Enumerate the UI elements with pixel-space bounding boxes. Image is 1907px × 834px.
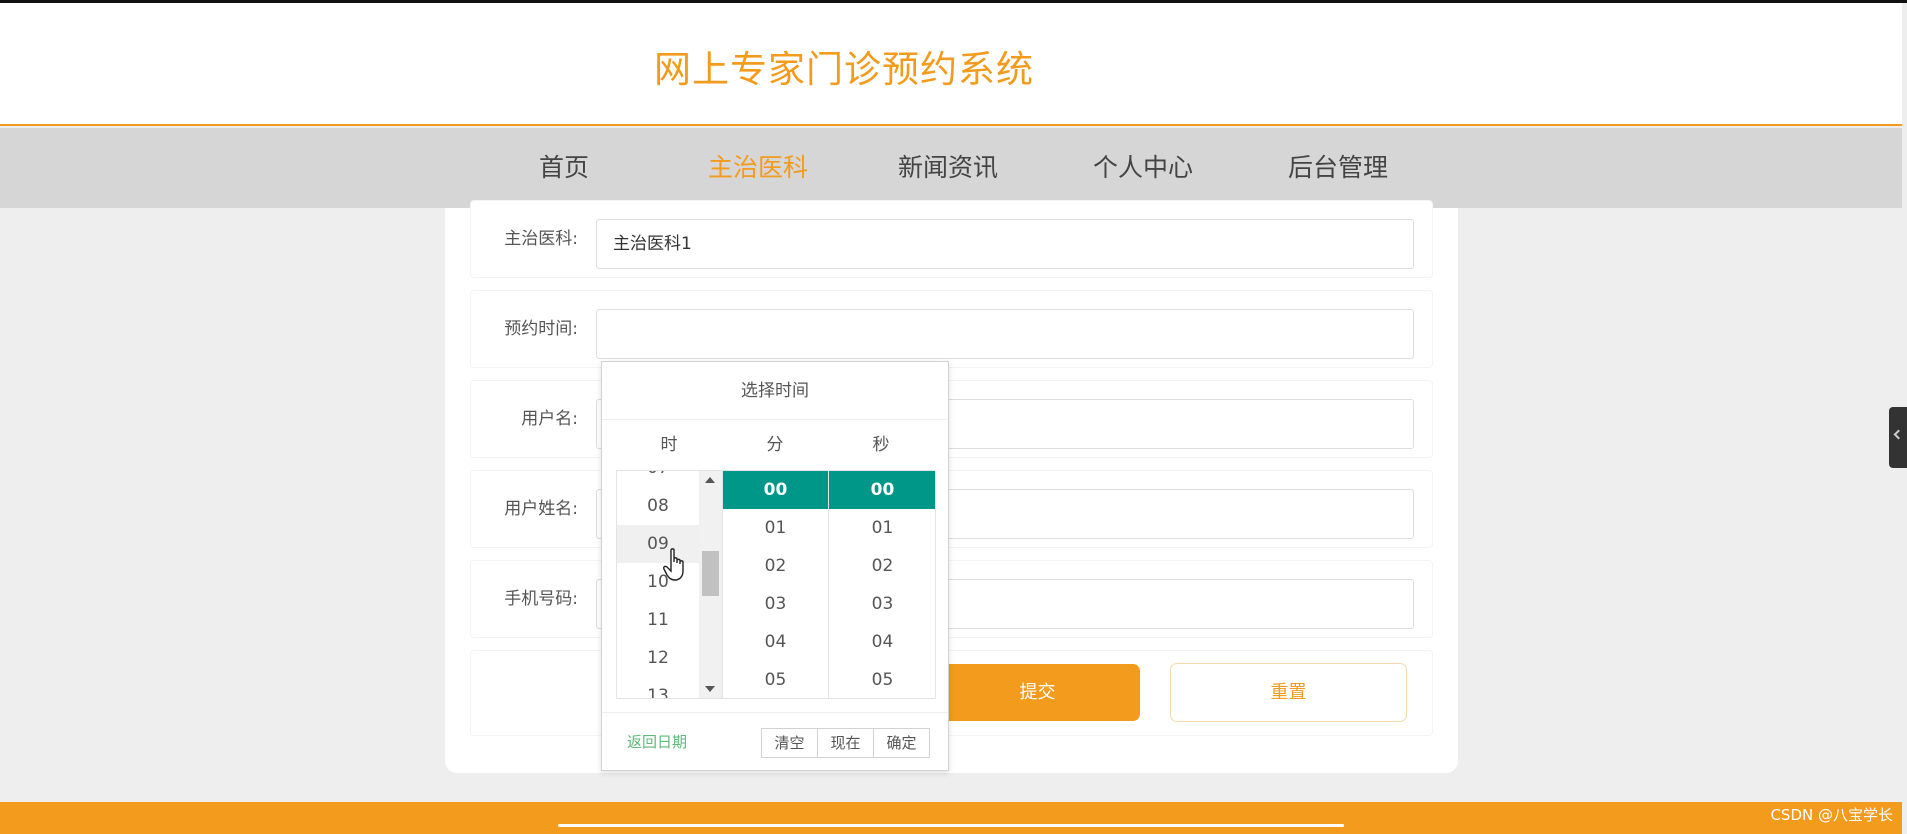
scroll-up-arrow-icon[interactable]: [705, 477, 715, 483]
hour-option[interactable]: 11: [617, 601, 699, 639]
time-picker-actions: 清空 现在 确定: [761, 728, 930, 758]
minute-option[interactable]: 05: [723, 661, 828, 698]
hour-option[interactable]: 08: [617, 487, 699, 525]
second-option[interactable]: 02: [829, 547, 935, 585]
time-columns: 07 08 09 10 11 12 13 00 01 02 03 04 05 0…: [616, 470, 936, 699]
minute-option[interactable]: 01: [723, 509, 828, 547]
nav-item-admin[interactable]: 后台管理: [1268, 128, 1408, 208]
username-label: 用户名:: [521, 409, 578, 429]
time-picker-title: 选择时间: [602, 362, 948, 420]
hand-cursor-icon: [663, 548, 684, 581]
second-option[interactable]: 01: [829, 509, 935, 547]
department-label: 主治医科:: [504, 229, 578, 249]
time-picker-popup: 选择时间 时 分 秒 07 08 09 10 11 12 13 00 01 02…: [601, 361, 949, 771]
hour-column-header: 时: [660, 435, 678, 455]
reset-button[interactable]: 重置: [1170, 663, 1407, 722]
minute-option[interactable]: 02: [723, 547, 828, 585]
second-option[interactable]: 03: [829, 585, 935, 623]
phone-label: 手机号码:: [504, 589, 578, 609]
appointment-time-label: 预约时间:: [504, 319, 578, 339]
scroll-down-arrow-icon[interactable]: [705, 686, 715, 692]
site-footer: [0, 802, 1902, 834]
minute-option-selected[interactable]: 00: [723, 471, 828, 509]
second-column[interactable]: 00 01 02 03 04 05: [829, 471, 935, 698]
nav-item-news[interactable]: 新闻资讯: [878, 128, 1018, 208]
second-column-header: 秒: [872, 435, 890, 455]
full-name-label: 用户姓名:: [504, 499, 578, 519]
back-to-date-link[interactable]: 返回日期: [627, 713, 687, 771]
main-nav: 首页 主治医科 新闻资讯 个人中心 后台管理: [0, 128, 1902, 208]
confirm-button[interactable]: 确定: [873, 728, 930, 758]
appointment-time-field[interactable]: [596, 309, 1414, 359]
side-collapse-tab[interactable]: [1889, 407, 1907, 468]
nav-item-home[interactable]: 首页: [494, 128, 634, 208]
form-row-appointment-time: 预约时间:: [470, 290, 1433, 368]
submit-button[interactable]: 提交: [935, 664, 1140, 721]
hour-option[interactable]: 07: [617, 471, 699, 487]
watermark: CSDN @八宝学长: [1770, 806, 1893, 824]
second-option[interactable]: 05: [829, 661, 935, 698]
nav-item-personal-center[interactable]: 个人中心: [1073, 128, 1213, 208]
clear-button[interactable]: 清空: [761, 728, 818, 758]
hour-option[interactable]: 12: [617, 639, 699, 677]
minute-option[interactable]: 03: [723, 585, 828, 623]
second-option-selected[interactable]: 00: [829, 471, 935, 509]
second-option[interactable]: 04: [829, 623, 935, 661]
form-row-department: 主治医科: 主治医科1: [470, 200, 1433, 278]
time-picker-footer: 返回日期 清空 现在 确定: [602, 712, 948, 770]
chevron-left-icon: [1893, 429, 1904, 440]
site-title: 网上专家门诊预约系统: [654, 48, 1034, 91]
minute-column[interactable]: 00 01 02 03 04 05: [723, 471, 829, 698]
scroll-thumb[interactable]: [702, 551, 719, 596]
minute-option[interactable]: 04: [723, 623, 828, 661]
now-button[interactable]: 现在: [817, 728, 874, 758]
nav-item-department[interactable]: 主治医科: [688, 128, 828, 208]
hour-scrollbar[interactable]: [699, 471, 722, 698]
minute-column-header: 分: [766, 435, 784, 455]
site-header: 网上专家门诊预约系统: [0, 3, 1902, 126]
hour-option[interactable]: 13: [617, 677, 699, 698]
hour-column[interactable]: 07 08 09 10 11 12 13: [617, 471, 723, 698]
department-field[interactable]: 主治医科1: [596, 219, 1414, 269]
footer-divider: [558, 824, 1344, 827]
